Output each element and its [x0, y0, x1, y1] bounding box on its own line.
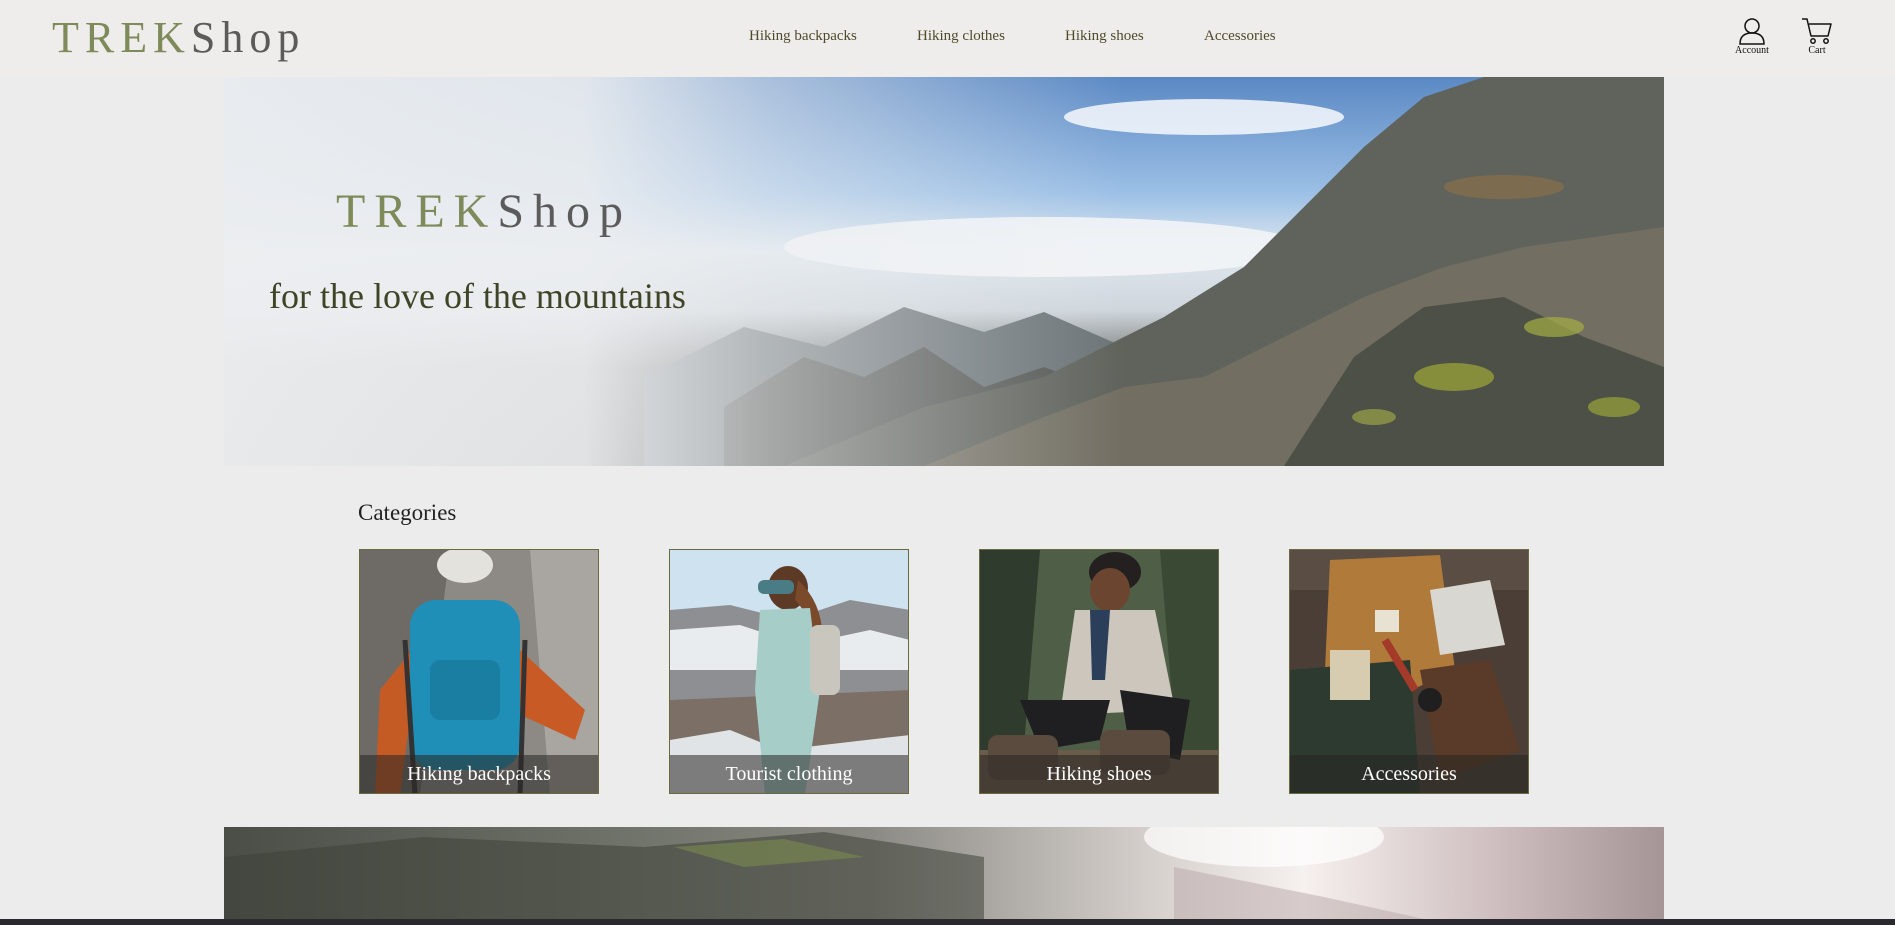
category-card-accessories[interactable]: Accessories	[1289, 549, 1529, 794]
category-label: Hiking shoes	[980, 755, 1218, 793]
hero-logo: TREKShop	[336, 183, 632, 241]
landscape-image	[224, 827, 1424, 919]
nav-hiking-clothes[interactable]: Hiking clothes	[917, 28, 1005, 45]
logo-shop: Shop	[190, 13, 306, 62]
site-header: TREKShop Hiking backpacks Hiking clothes…	[0, 0, 1895, 77]
cart-icon	[1802, 18, 1832, 44]
account-label: Account	[1735, 45, 1769, 56]
cart-label: Cart	[1808, 45, 1826, 56]
category-card-hiking-shoes[interactable]: Hiking shoes	[979, 549, 1219, 794]
account-button[interactable]: Account	[1730, 16, 1774, 60]
category-label: Accessories	[1290, 755, 1528, 793]
category-card-hiking-backpacks[interactable]: Hiking backpacks	[359, 549, 599, 794]
taskbar-strip	[0, 919, 1895, 925]
secondary-banner-image	[224, 827, 1664, 919]
user-icon	[1739, 18, 1765, 45]
hero-banner: TREKShop for the love of the mountains	[224, 77, 1664, 466]
hero-logo-shop: Shop	[497, 185, 633, 238]
categories-heading: Categories	[358, 500, 457, 525]
site-logo[interactable]: TREKShop	[52, 12, 305, 64]
cart-button[interactable]: Cart	[1795, 16, 1839, 60]
nav-hiking-shoes[interactable]: Hiking shoes	[1065, 28, 1144, 45]
category-card-tourist-clothing[interactable]: Tourist clothing	[669, 549, 909, 794]
category-label: Hiking backpacks	[360, 755, 598, 793]
category-label: Tourist clothing	[670, 755, 908, 793]
nav-hiking-backpacks[interactable]: Hiking backpacks	[749, 28, 857, 45]
hero-logo-trek: TREK	[336, 185, 498, 238]
hero-tagline: for the love of the mountains	[269, 276, 686, 316]
hero-fade-overlay	[224, 77, 1124, 466]
logo-trek: TREK	[52, 13, 191, 62]
nav-accessories[interactable]: Accessories	[1204, 28, 1276, 45]
